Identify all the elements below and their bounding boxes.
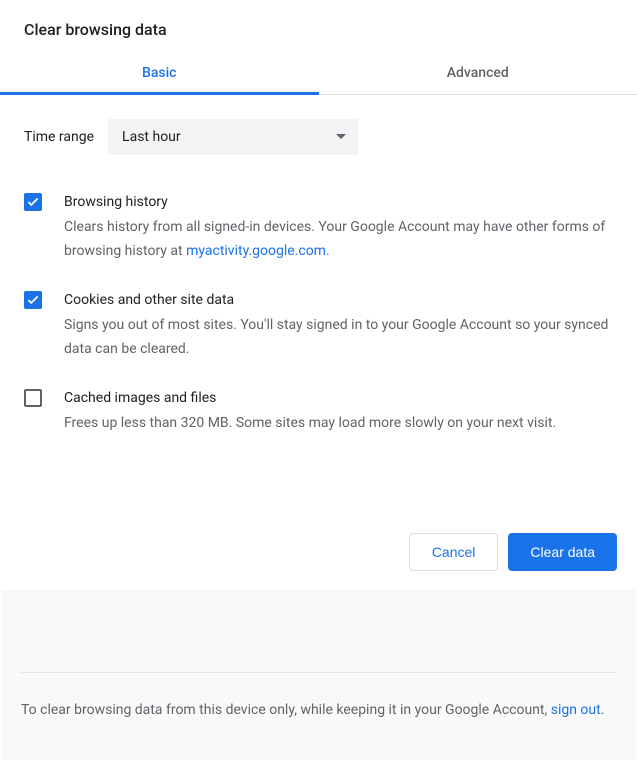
tabs: Basic Advanced	[0, 53, 637, 95]
time-range-select[interactable]: Last hour	[108, 119, 358, 155]
footer-text: To clear browsing data from this device …	[21, 698, 616, 722]
option-desc: Frees up less than 320 MB. Some sites ma…	[64, 411, 613, 435]
option-text: Cookies and other site data Signs you ou…	[64, 289, 613, 361]
checkbox-browsing-history[interactable]	[24, 193, 42, 211]
option-cache: Cached images and files Frees up less th…	[24, 379, 613, 453]
option-desc-pre: Clears history from all signed-in device…	[64, 219, 605, 259]
footer-shadow	[1, 590, 636, 591]
chevron-down-icon	[336, 134, 346, 140]
option-desc: Clears history from all signed-in device…	[64, 215, 613, 263]
option-desc: Signs you out of most sites. You'll stay…	[64, 313, 613, 361]
dialog-buttons: Cancel Clear data	[409, 533, 617, 571]
option-cookies: Cookies and other site data Signs you ou…	[24, 281, 613, 379]
check-icon	[26, 195, 40, 209]
footer-divider	[21, 672, 616, 673]
option-title: Browsing history	[64, 191, 613, 213]
sign-out-link[interactable]: sign out	[551, 702, 601, 718]
time-range-row: Time range Last hour	[0, 95, 637, 175]
option-text: Cached images and files Frees up less th…	[64, 387, 613, 435]
cancel-button[interactable]: Cancel	[409, 533, 499, 571]
checkbox-cookies[interactable]	[24, 291, 42, 309]
option-text: Browsing history Clears history from all…	[64, 191, 613, 263]
dialog-title: Clear browsing data	[0, 0, 637, 53]
footer-post: .	[601, 702, 605, 718]
option-browsing-history: Browsing history Clears history from all…	[24, 183, 613, 281]
time-range-label: Time range	[24, 129, 94, 145]
myactivity-link[interactable]: myactivity.google.com	[186, 243, 326, 259]
time-range-value: Last hour	[122, 129, 181, 145]
option-title: Cookies and other site data	[64, 289, 613, 311]
check-icon	[26, 293, 40, 307]
footer-pre: To clear browsing data from this device …	[21, 702, 551, 718]
option-desc-post: .	[326, 243, 330, 259]
checkbox-cache[interactable]	[24, 389, 42, 407]
option-title: Cached images and files	[64, 387, 613, 409]
clear-data-button[interactable]: Clear data	[508, 533, 617, 571]
tab-advanced[interactable]: Advanced	[319, 53, 637, 94]
footer-panel: To clear browsing data from this device …	[1, 590, 636, 760]
tab-basic[interactable]: Basic	[0, 53, 319, 94]
options-list: Browsing history Clears history from all…	[0, 175, 637, 453]
